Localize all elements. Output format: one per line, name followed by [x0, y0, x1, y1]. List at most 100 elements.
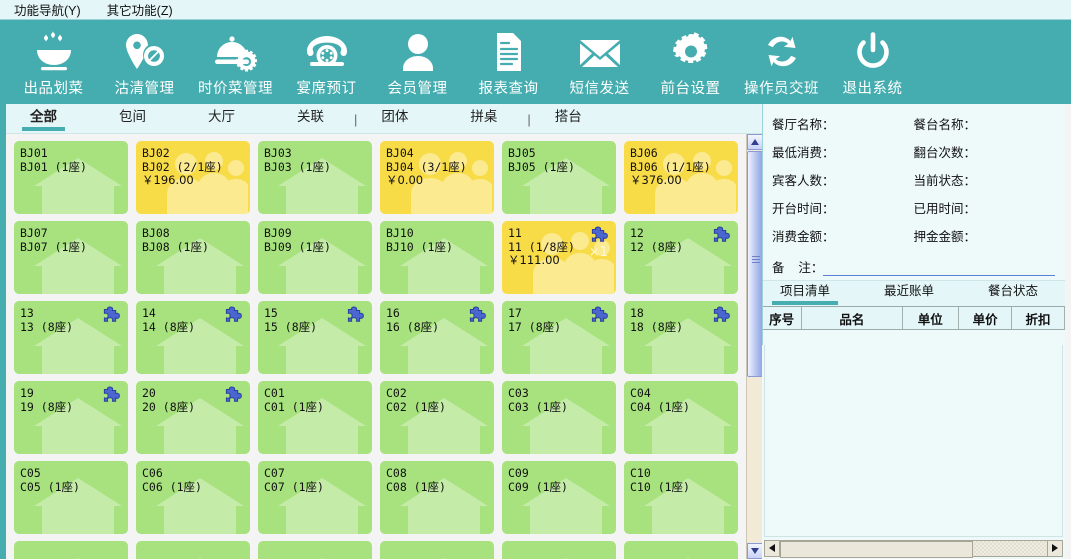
toolbar-button-tuichu[interactable]: 退出系统 [827, 22, 918, 102]
tab-all[interactable]: 全部 [20, 103, 67, 133]
table-tile[interactable]: C06 C06 (1座) [136, 461, 250, 534]
table-tile[interactable]: BJ08 BJ08 (1座) [136, 221, 250, 294]
column-header[interactable]: 品名 [802, 307, 903, 329]
tab-hall[interactable]: 大厅 [198, 103, 245, 133]
menu-other-functions[interactable]: 其它功能(Z) [103, 0, 177, 20]
table-tile-code: 17 [508, 306, 522, 320]
table-tile-text: C02 C02 (1座) [380, 381, 494, 414]
table-tile[interactable]: C10 C10 (1座) [624, 461, 738, 534]
table-tile[interactable]: 20 20 (8座) [136, 381, 250, 454]
toolbar-button-guqing[interactable]: 沽清管理 [99, 22, 190, 102]
toolbar-button-chuping[interactable]: 出品划菜 [8, 22, 99, 102]
scroll-thumb-horizontal[interactable] [780, 540, 973, 558]
toolbar-button-duanxin[interactable]: 短信发送 [554, 22, 645, 102]
info-label: 最低消费： [772, 146, 835, 160]
info-label: 翻台次数： [913, 146, 977, 160]
table-tile[interactable]: BJ05 BJ05 (1座) [502, 141, 616, 214]
table-tile[interactable]: 14 14 (8座) [136, 301, 250, 374]
toolbar-button-yanxi[interactable]: 宴席预订 [281, 22, 372, 102]
table-tile[interactable]: BJ09 BJ09 (1座) [258, 221, 372, 294]
table-tile-code: 15 [264, 306, 278, 320]
table-tile[interactable] [258, 541, 372, 559]
table-tile[interactable]: 12 12 (8座) [624, 221, 738, 294]
tab-group[interactable]: 团体 [371, 103, 418, 133]
table-tile-detail: 15 (8座) [264, 319, 318, 334]
table-tile-text: 16 16 (8座) [380, 301, 494, 334]
table-tile-code: 12 [630, 226, 644, 240]
scroll-track[interactable] [780, 539, 1047, 558]
tab-recent-bills[interactable]: 最近账单 [874, 280, 944, 306]
note-block: 备 注： [762, 254, 1065, 276]
table-grid-vertical-scrollbar[interactable] [746, 134, 763, 559]
toolbar-label: 沽清管理 [114, 80, 175, 97]
column-header[interactable]: 单位 [903, 307, 960, 329]
tab-extra-table[interactable]: 搭台 [545, 103, 592, 133]
table-tile[interactable]: 13 13 (8座) [14, 301, 128, 374]
table-tile[interactable]: C08 C08 (1座) [380, 461, 494, 534]
toolbar-button-baobiao[interactable]: 报表查询 [463, 22, 554, 102]
table-tile-text [258, 541, 372, 559]
table-tile[interactable]: 19 19 (8座) [14, 381, 128, 454]
toolbar-button-shijiacai[interactable]: 时价菜管理 [190, 22, 281, 102]
table-tile[interactable]: C04 C04 (1座) [624, 381, 738, 454]
table-tile[interactable]: BJ03 BJ03 (1座) [258, 141, 372, 214]
toolbar-button-jiaoban[interactable]: 操作员交班 [736, 22, 827, 102]
table-tile-code: BJ04 [386, 146, 414, 160]
tab-item-list[interactable]: 项目清单 [770, 280, 840, 306]
info-row: 开台时间： 已用时间： [772, 198, 1055, 226]
scroll-right-button[interactable] [1047, 539, 1063, 557]
table-tile[interactable]: 11 11 (1/8座) ￥111.00 ×1 [502, 221, 616, 294]
table-tile-code: C05 [20, 466, 41, 480]
info-cell: 餐台名称： [914, 114, 1056, 133]
column-header[interactable]: 序号 [762, 307, 803, 329]
table-tile[interactable]: 16 16 (8座) [380, 301, 494, 374]
table-tile[interactable]: BJ01 BJ01 (1座) [14, 141, 128, 214]
table-tile[interactable]: BJ07 BJ07 (1座) [14, 221, 128, 294]
scroll-down-button[interactable] [747, 543, 763, 559]
table-tile[interactable]: C05 C05 (1座) [14, 461, 128, 534]
table-tile[interactable]: BJ06 BJ06 (1/1座) ￥376.00 [624, 141, 738, 214]
scroll-thumb[interactable] [747, 151, 763, 377]
table-tile[interactable]: 15 15 (8座) [258, 301, 372, 374]
table-tile[interactable] [502, 541, 616, 559]
table-tile[interactable]: BJ04 BJ04 (3/1座) ￥0.00 [380, 141, 494, 214]
table-tile[interactable]: BJ02 BJ02 (2/1座) ￥196.00 [136, 141, 250, 214]
column-header[interactable]: 单价 [959, 307, 1013, 329]
info-row: 最低消费： 翻台次数： [772, 142, 1055, 170]
table-tile[interactable]: C03 C03 (1座) [502, 381, 616, 454]
menu-function-nav[interactable]: 功能导航(Y) [10, 0, 85, 20]
table-tile-code: C03 [508, 386, 529, 400]
info-row: 餐厅名称： 餐台名称： [772, 114, 1055, 142]
tab-table-status[interactable]: 餐台状态 [978, 280, 1048, 306]
table-tile-code [508, 547, 616, 559]
table-tile[interactable]: C02 C02 (1座) [380, 381, 494, 454]
tab-private-room[interactable]: 包间 [109, 103, 156, 133]
table-tile[interactable] [380, 541, 494, 559]
scroll-up-button[interactable] [747, 134, 763, 150]
table-tile-detail: C07 (1座) [264, 479, 324, 494]
tab-share-table[interactable]: 拼桌 [460, 103, 507, 133]
table-tile-amount: ￥196.00 [142, 173, 194, 187]
info-label: 已用时间： [913, 202, 977, 216]
table-tile-detail: 20 (8座) [142, 399, 196, 414]
column-header[interactable]: 折扣 [1012, 307, 1065, 329]
table-tile[interactable]: 18 18 (8座) [624, 301, 738, 374]
note-input[interactable] [823, 260, 1055, 276]
info-label: 餐厅名称： [772, 118, 835, 132]
table-tile[interactable]: C09 C09 (1座) [502, 461, 616, 534]
table-tile[interactable] [14, 541, 128, 559]
info-row: 消费金额： 押金金额： [772, 226, 1055, 254]
table-tile[interactable] [624, 541, 738, 559]
table-tile[interactable]: C07 C07 (1座) [258, 461, 372, 534]
item-list-horizontal-scrollbar[interactable] [762, 537, 1065, 559]
table-tile[interactable]: 17 17 (8座) [502, 301, 616, 374]
table-tile-text: 18 18 (8座) [624, 301, 738, 334]
scroll-left-button[interactable] [764, 539, 780, 557]
table-tile-code: BJ03 [264, 146, 292, 160]
table-tile[interactable]: BJ10 BJ10 (1座) [380, 221, 494, 294]
table-tile[interactable] [136, 541, 250, 559]
toolbar-button-qiantai[interactable]: 前台设置 [645, 22, 736, 102]
toolbar-button-huiyuan[interactable]: 会员管理 [372, 22, 463, 102]
table-tile[interactable]: C01 C01 (1座) [258, 381, 372, 454]
tab-linked[interactable]: 关联 [287, 103, 334, 133]
